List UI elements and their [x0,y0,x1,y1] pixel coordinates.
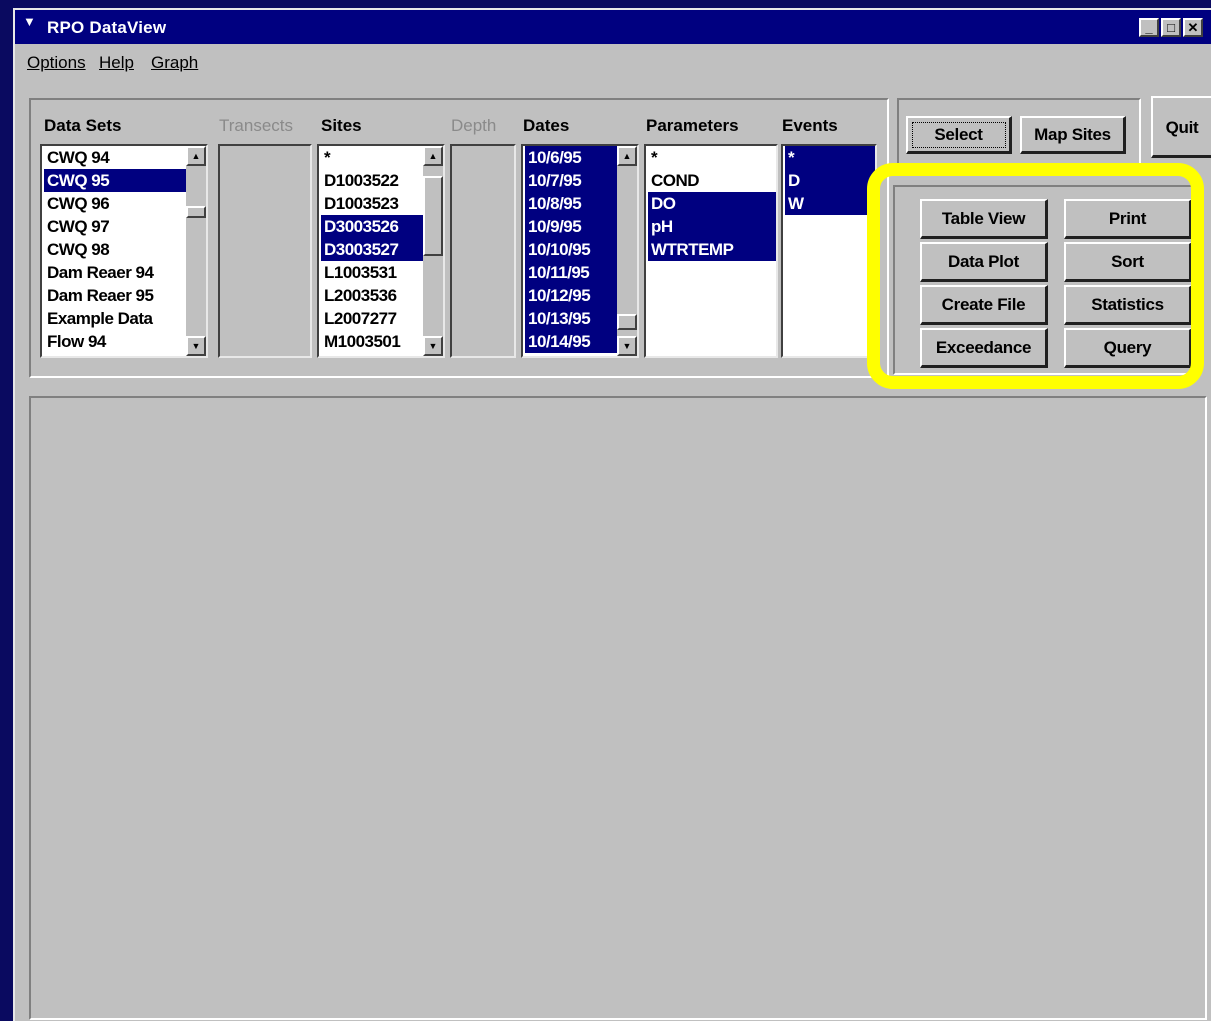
data-sets-list-item[interactable]: CWQ 98 [44,238,186,261]
sites-list[interactable]: * D1003522 D1003523 D3003526 D3003527 L100353… [317,144,445,358]
data-sets-list-item[interactable]: Flow 94 [44,330,186,353]
scroll-down-icon[interactable]: ▼ [186,336,206,356]
data-sets-label: Data Sets [44,116,122,135]
dates-list-item[interactable]: 10/13/95 [525,307,617,330]
dates-list-item[interactable]: 10/11/95 [525,261,617,284]
depth-list [450,144,516,358]
app-icon[interactable]: ▼ [23,15,43,29]
dates-list-item[interactable]: 10/8/95 [525,192,617,215]
parameters-list-item[interactable]: pH [648,215,776,238]
quit-button[interactable]: Quit [1151,96,1211,158]
scroll-down-icon[interactable]: ▼ [423,336,443,356]
events-list-item[interactable]: D [785,169,875,192]
data-sets-list-item[interactable]: CWQ 94 [44,146,186,169]
sites-list-item[interactable]: L2003536 [321,284,423,307]
data-sets-list-item[interactable]: Example Data [44,307,186,330]
scroll-up-icon[interactable]: ▲ [617,146,637,166]
parameters-label: Parameters [646,116,739,135]
sites-list-item[interactable]: D3003526 [321,215,423,238]
sites-list-item[interactable]: D1003522 [321,169,423,192]
window-title: RPO DataView [47,18,167,37]
data-sets-scrollbar[interactable]: ▲ ▼ [186,146,206,356]
maximize-button[interactable]: □ [1161,18,1181,37]
sites-label: Sites [321,116,362,135]
data-sets-list-item[interactable]: Dam Reaer 95 [44,284,186,307]
dates-list-item[interactable]: 10/7/95 [525,169,617,192]
title-bar: ▼ RPO DataView _ □ ✕ [15,10,1211,44]
events-list-item[interactable]: W [785,192,875,215]
events-label: Events [782,116,838,135]
scroll-thumb[interactable] [186,206,206,218]
dates-list[interactable]: 10/6/95 10/7/95 10/8/95 10/9/95 10/10/95 10/1… [521,144,639,358]
depth-label: Depth [451,116,497,135]
dates-list-item[interactable]: 10/9/95 [525,215,617,238]
sites-list-item[interactable]: L2007277 [321,307,423,330]
sites-list-item[interactable]: * [321,146,423,169]
sites-list-item[interactable]: D3003527 [321,238,423,261]
dates-list-item[interactable]: 10/12/95 [525,284,617,307]
sites-list-item[interactable]: D1003523 [321,192,423,215]
highlight-ring [867,163,1204,389]
events-list-item[interactable]: * [785,146,875,169]
dates-list-item[interactable]: 10/10/95 [525,238,617,261]
dates-list-item[interactable]: 10/6/95 [525,146,617,169]
menu-help[interactable]: Help [99,53,134,73]
parameters-list[interactable]: * COND DO pH WTRTEMP [644,144,778,358]
dates-scrollbar[interactable]: ▲ ▼ [617,146,637,356]
transects-label: Transects [219,116,294,135]
parameters-list-item[interactable]: * [648,146,776,169]
dates-list-item[interactable]: 10/14/95 [525,330,617,353]
sites-list-item[interactable]: L1003531 [321,261,423,284]
select-button[interactable]: Select [906,116,1012,154]
data-sets-list-item[interactable]: CWQ 97 [44,215,186,238]
parameters-list-item[interactable]: WTRTEMP [648,238,776,261]
scroll-up-icon[interactable]: ▲ [423,146,443,166]
events-list[interactable]: * D W [781,144,877,358]
dates-label: Dates [523,116,570,135]
scroll-up-icon[interactable]: ▲ [186,146,206,166]
menu-bar: Options Help Graph [15,46,1211,76]
menu-options[interactable]: Options [27,53,86,73]
scroll-thumb[interactable] [423,176,443,256]
minimize-button[interactable]: _ [1139,18,1159,37]
sites-scrollbar[interactable]: ▲ ▼ [423,146,443,356]
parameters-list-item[interactable]: COND [648,169,776,192]
scroll-down-icon[interactable]: ▼ [617,336,637,356]
transects-list [218,144,312,358]
map-sites-button[interactable]: Map Sites [1020,116,1126,154]
data-sets-list-item[interactable]: CWQ 96 [44,192,186,215]
sites-list-item[interactable]: M1003501 [321,330,423,353]
data-sets-list-item[interactable]: CWQ 95 [44,169,186,192]
menu-graph[interactable]: Graph [151,53,198,73]
data-sets-list[interactable]: CWQ 94 CWQ 95 CWQ 96 CWQ 97 CWQ 98 Dam Reaer … [40,144,208,358]
close-button[interactable]: ✕ [1183,18,1203,37]
scroll-thumb[interactable] [617,314,637,330]
output-area [29,396,1207,1020]
parameters-list-item[interactable]: DO [648,192,776,215]
data-sets-list-item[interactable]: Dam Reaer 94 [44,261,186,284]
